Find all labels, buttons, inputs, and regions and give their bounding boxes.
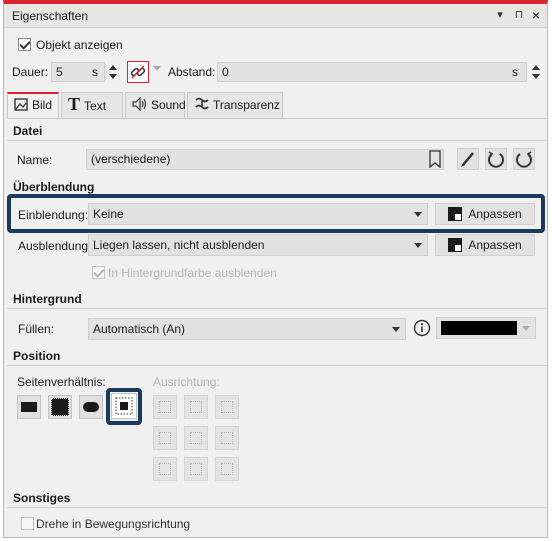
einblendung-label: Einblendung: — [18, 208, 89, 222]
distance-unit: s — [512, 65, 518, 79]
chain-link-icon — [130, 65, 146, 79]
section-sonstiges: Sonstiges — [7, 488, 546, 508]
speaker-icon — [132, 96, 147, 112]
aspect-fit-icon — [21, 402, 37, 412]
aspect-original-button[interactable] — [111, 393, 137, 419]
aspect-fill-icon — [51, 398, 69, 416]
ausblendung-adjust-button[interactable]: Anpassen — [435, 234, 535, 256]
alignment-label: Ausrichtung: — [153, 375, 220, 389]
align-top-center-icon — [190, 401, 202, 413]
duration-label: Dauer: — [12, 65, 49, 79]
align-bottom-center-button[interactable] — [184, 457, 208, 481]
show-object-checkbox[interactable] — [18, 38, 31, 51]
spin-up-icon[interactable] — [532, 65, 540, 70]
tab-sound[interactable]: Sound — [125, 92, 186, 118]
color-swatch — [441, 321, 517, 335]
name-label: Name: — [17, 153, 53, 167]
align-bottom-center-icon — [190, 463, 202, 475]
aspect-original-icon — [115, 397, 133, 415]
title-bar: Eigenschaften ▾ ⊓ × — [4, 4, 547, 28]
aspect-fit-button[interactable] — [17, 395, 41, 419]
spin-down-icon[interactable] — [532, 74, 540, 79]
menu-dropdown-icon[interactable]: ▾ — [492, 7, 508, 23]
align-middle-right-button[interactable] — [215, 426, 239, 450]
fill-select[interactable]: Automatisch (An) — [88, 318, 406, 340]
show-object-label: Objekt anzeigen — [36, 38, 123, 52]
align-bottom-left-button[interactable] — [153, 457, 177, 481]
background-fade-checkbox[interactable] — [92, 266, 105, 279]
file-open-icon[interactable] — [428, 150, 442, 168]
spin-up-icon[interactable] — [109, 65, 117, 70]
color-picker[interactable] — [436, 317, 536, 339]
tab-bild[interactable]: Bild — [7, 92, 59, 119]
image-icon — [14, 98, 28, 111]
properties-panel: Eigenschaften ▾ ⊓ × Objekt anzeigen Daue… — [3, 0, 548, 538]
tab-divider — [7, 118, 546, 119]
background-fade-label: In Hintergrundfarbe ausblenden — [108, 266, 277, 280]
tab-text[interactable]: T Text — [61, 92, 123, 118]
adjust-icon — [448, 207, 463, 221]
distance-input[interactable]: 0 s — [217, 62, 527, 82]
link-duration-button[interactable] — [127, 61, 149, 83]
pencil-icon — [461, 152, 474, 167]
duration-unit: s — [92, 65, 98, 79]
section-hintergrund: Hintergrund — [7, 289, 546, 309]
align-center-icon — [190, 432, 202, 444]
align-top-right-icon — [221, 401, 233, 413]
rotate-left-icon — [488, 151, 504, 168]
align-top-right-button[interactable] — [215, 395, 239, 419]
text-icon: T — [68, 94, 81, 114]
rotate-direction-checkbox[interactable] — [21, 517, 34, 530]
edit-button[interactable] — [457, 148, 479, 170]
duration-input[interactable]: 5 s — [51, 62, 105, 82]
ausblendung-label: Ausblendung: — [18, 239, 92, 253]
align-middle-left-button[interactable] — [153, 426, 177, 450]
einblendung-select[interactable]: Keine — [88, 203, 428, 225]
section-position: Position — [7, 346, 546, 366]
name-field[interactable]: (verschiedene) — [86, 149, 444, 170]
rotate-right-icon — [516, 151, 532, 168]
aspect-cover-icon — [83, 402, 99, 412]
window-title: Eigenschaften — [12, 9, 89, 23]
link-dropdown-icon[interactable] — [153, 66, 161, 71]
close-icon[interactable]: × — [528, 7, 544, 23]
tab-transparenz[interactable]: Transparenz — [187, 92, 283, 118]
align-top-left-icon — [159, 401, 171, 413]
color-dropdown-icon — [522, 326, 530, 331]
rotate-direction-label: Drehe in Bewegungsrichtung — [36, 517, 191, 531]
pin-icon[interactable]: ⊓ — [511, 7, 527, 23]
ausblendung-select[interactable]: Liegen lassen, nicht ausblenden — [88, 234, 428, 256]
distance-spinner[interactable] — [530, 62, 542, 82]
spin-down-icon[interactable] — [109, 74, 117, 79]
align-bottom-right-icon — [221, 463, 233, 475]
info-icon[interactable] — [413, 319, 431, 337]
section-datei: Datei — [7, 121, 546, 141]
align-center-button[interactable] — [184, 426, 208, 450]
rotate-right-button[interactable] — [513, 148, 535, 170]
align-middle-left-icon — [159, 432, 171, 444]
aspect-cover-button[interactable] — [79, 395, 103, 419]
align-bottom-right-button[interactable] — [215, 457, 239, 481]
aspect-fill-button[interactable] — [48, 395, 72, 419]
align-top-left-button[interactable] — [153, 395, 177, 419]
rotate-left-button[interactable] — [485, 148, 507, 170]
align-middle-right-icon — [221, 432, 233, 444]
aspect-ratio-label: Seitenverhältnis: — [17, 375, 106, 389]
duration-spinner[interactable] — [107, 62, 119, 82]
adjust-icon — [448, 238, 463, 252]
distance-label: Abstand: — [168, 65, 216, 79]
fill-label: Füllen: — [18, 322, 55, 336]
einblendung-adjust-button[interactable]: Anpassen — [435, 203, 535, 225]
transparency-icon — [195, 97, 209, 110]
align-bottom-left-icon — [159, 463, 171, 475]
align-top-center-button[interactable] — [184, 395, 208, 419]
